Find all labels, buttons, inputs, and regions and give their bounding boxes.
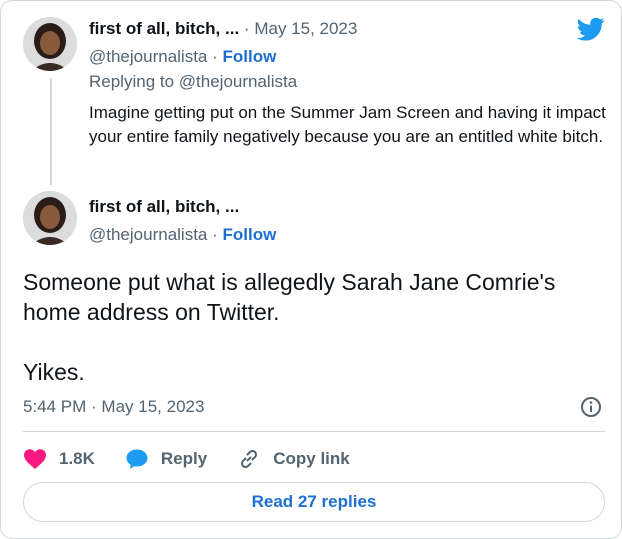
tweet-timestamp[interactable]: 5:44 PM · May 15, 2023 [23, 397, 204, 417]
action-bar: 1.8K Reply Copy link [23, 442, 350, 476]
main-tweet-text: Someone put what is allegedly Sarah Jane… [23, 267, 603, 387]
author-name[interactable]: first of all, bitch, ... [89, 197, 239, 216]
avatar[interactable] [23, 17, 77, 71]
tweet-paragraph: Someone put what is allegedly Sarah Jane… [23, 269, 556, 325]
like-button[interactable]: 1.8K [23, 448, 125, 470]
main-handle-line: @thejournalista · Follow [89, 225, 276, 245]
author-name[interactable]: first of all, bitch, ... [89, 19, 239, 38]
reply-handle-line: @thejournalista · Follow [89, 47, 276, 67]
follow-button[interactable]: Follow [223, 225, 277, 244]
speech-bubble-icon [126, 449, 148, 469]
replying-to[interactable]: Replying to @thejournalista [89, 72, 297, 92]
link-icon [241, 449, 258, 469]
separator-dot: · [212, 225, 218, 244]
heart-icon [24, 449, 46, 469]
reply-button[interactable]: Reply [125, 448, 237, 470]
copy-link-button[interactable]: Copy link [237, 447, 350, 471]
reply-label: Reply [160, 449, 208, 468]
avatar[interactable] [23, 191, 77, 245]
reply-tweet-text: Imagine getting put on the Summer Jam Sc… [89, 103, 606, 146]
separator-dot: · [212, 47, 218, 66]
reply-author-line: first of all, bitch, ... · May 15, 2023 [89, 19, 357, 39]
read-replies-button[interactable]: Read 27 replies [23, 482, 605, 522]
main-author-line: first of all, bitch, ... [89, 197, 239, 217]
twitter-bird-icon[interactable] [575, 15, 607, 43]
author-handle[interactable]: @thejournalista [89, 225, 207, 244]
tweet-date[interactable]: May 15, 2023 [254, 19, 357, 38]
tweet-embed-card: first of all, bitch, ... · May 15, 2023 … [0, 0, 622, 539]
tweet-paragraph: Yikes. [23, 359, 85, 385]
like-count: 1.8K [59, 449, 95, 468]
separator-dot: · [243, 19, 250, 38]
follow-button[interactable]: Follow [223, 47, 277, 66]
divider [23, 431, 605, 432]
copy-link-label: Copy link [273, 449, 350, 468]
info-icon[interactable] [579, 395, 603, 419]
author-handle[interactable]: @thejournalista [89, 47, 207, 66]
thread-connector-line [50, 78, 52, 185]
